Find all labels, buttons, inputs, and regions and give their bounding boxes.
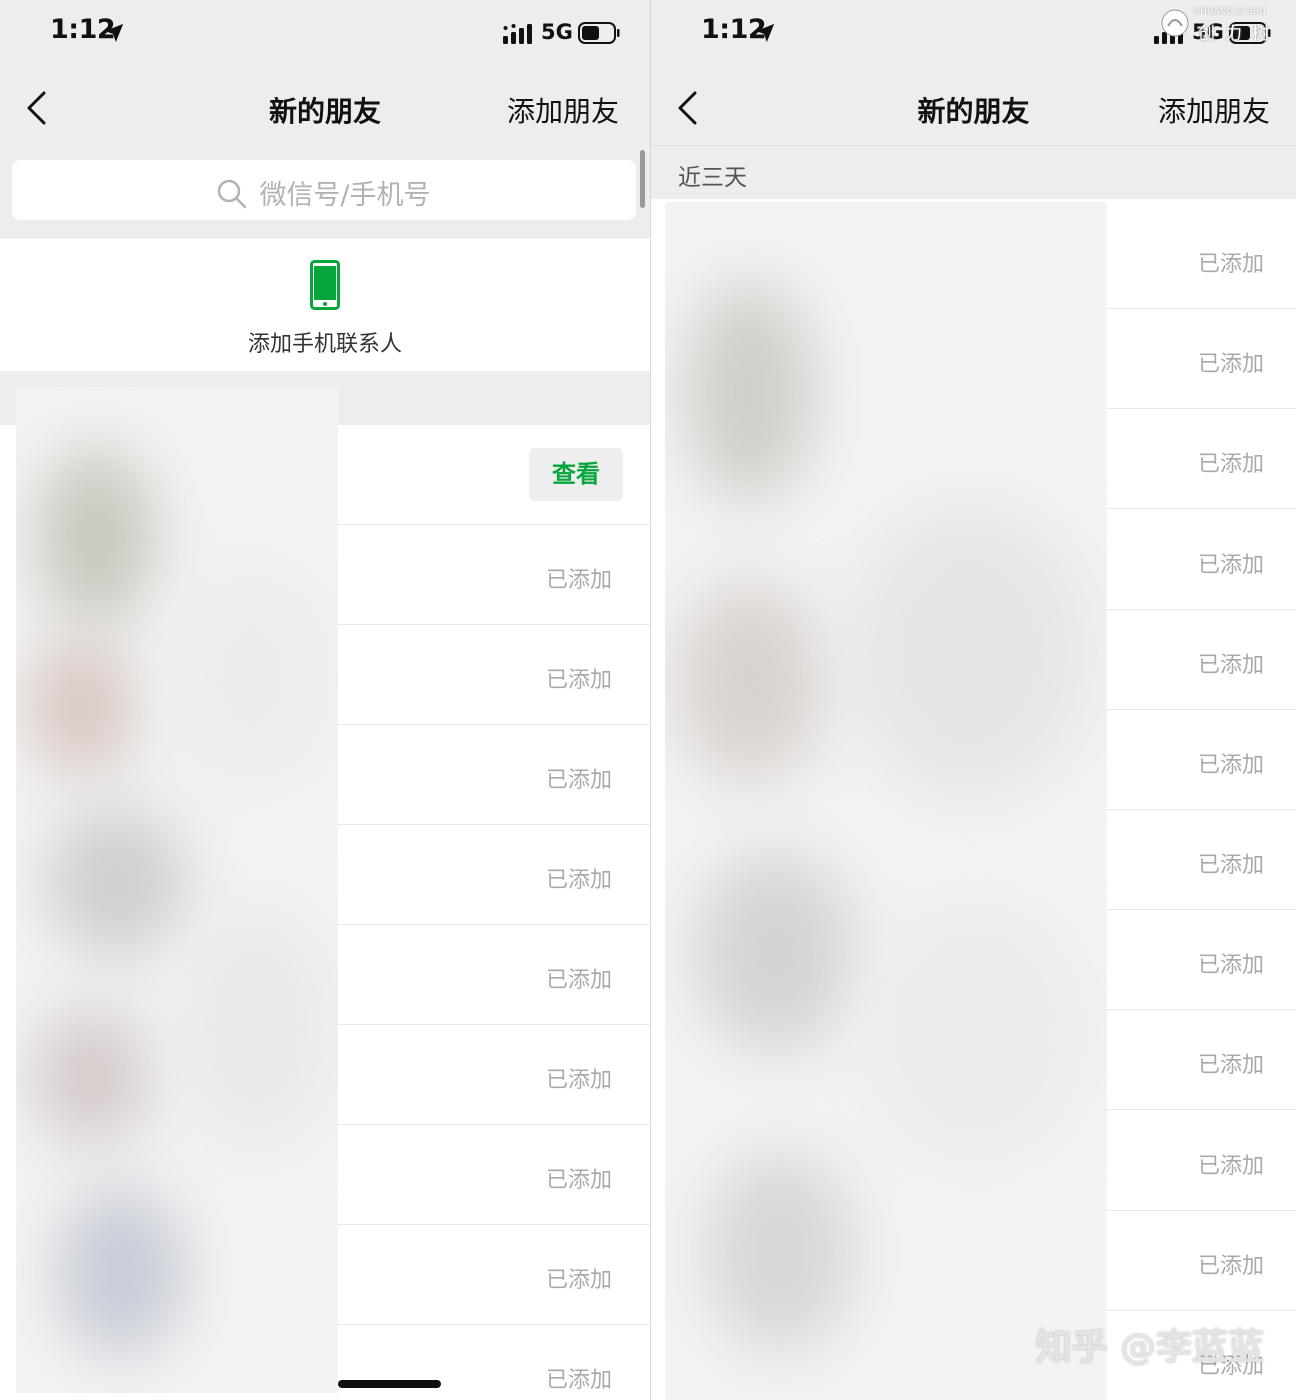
right-panel: 1:12 5G CHUANG LI SHU 创力树 新的朋友 添加朋友 近三天 … [651, 0, 1296, 1400]
add-friend-button[interactable]: 添加朋友 [507, 90, 619, 130]
status-bar: 1:12 5G [0, 0, 650, 70]
navigation-bar: 新的朋友 添加朋友 [0, 70, 650, 145]
added-status-label: 已添加 [1198, 452, 1265, 477]
added-status-label: 已添加 [1198, 1254, 1265, 1279]
home-indicator [338, 1380, 441, 1388]
search-icon [218, 179, 247, 209]
phone-icon [310, 260, 340, 310]
section-header: 近三天 [651, 145, 1296, 199]
added-status-label: 已添加 [546, 1168, 613, 1193]
search-bar: 微信号/手机号 [0, 145, 650, 237]
added-status-label: 已添加 [546, 1368, 613, 1393]
added-status-label: 已添加 [1198, 1154, 1265, 1179]
brand-logo-text: 创力树 [1198, 24, 1279, 44]
added-status-label: 已添加 [546, 868, 613, 893]
left-panel: 1:12 5G 新的朋友 添加朋友 微信号/手机号 添加手机联系人 查看 已添加… [0, 0, 650, 1400]
network-label: 5G [541, 20, 573, 44]
search-input[interactable]: 微信号/手机号 [12, 160, 636, 220]
add-friend-button[interactable]: 添加朋友 [1158, 90, 1270, 130]
brand-logo: CHUANG LI SHU 创力树 [1156, 6, 1286, 44]
signal-icon [503, 24, 532, 44]
battery-icon [578, 22, 620, 44]
added-status-label: 已添加 [546, 1268, 613, 1293]
added-status-label: 已添加 [1198, 953, 1265, 978]
added-status-label: 已添加 [546, 768, 613, 793]
navigation-bar: 新的朋友 添加朋友 [651, 70, 1296, 145]
added-status-label: 已添加 [1198, 352, 1265, 377]
add-phone-contacts-label: 添加手机联系人 [247, 332, 402, 357]
added-status-label: 已添加 [1198, 1053, 1265, 1078]
view-button[interactable]: 查看 [529, 448, 623, 501]
privacy-blur-mask [16, 387, 338, 1393]
watermark: 知乎 @李蓝蓝 [1035, 1327, 1264, 1368]
added-status-label: 已添加 [1198, 753, 1265, 778]
screenshot-composite: 1:12 5G 新的朋友 添加朋友 微信号/手机号 添加手机联系人 查看 已添加… [0, 0, 1296, 1400]
scroll-indicator[interactable] [640, 150, 645, 208]
location-arrow-icon [104, 23, 124, 43]
added-status-label: 已添加 [1198, 853, 1265, 878]
brand-icon [1161, 9, 1189, 37]
brand-logo-small-text: CHUANG LI SHU [1194, 7, 1266, 17]
added-status-label: 已添加 [546, 568, 613, 593]
added-status-label: 已添加 [546, 968, 613, 993]
section-header-label: 近三天 [678, 165, 747, 191]
added-status-label: 已添加 [1198, 653, 1265, 678]
added-status-label: 已添加 [1198, 252, 1265, 277]
search-placeholder: 微信号/手机号 [259, 180, 431, 211]
add-phone-contacts-button[interactable]: 添加手机联系人 [0, 237, 650, 372]
added-status-label: 已添加 [1198, 553, 1265, 578]
added-status-label: 已添加 [546, 1068, 613, 1093]
privacy-blur-mask [665, 202, 1107, 1400]
status-bar: 1:12 5G CHUANG LI SHU 创力树 [651, 0, 1296, 70]
added-status-label: 已添加 [546, 668, 613, 693]
location-arrow-icon [755, 23, 775, 43]
